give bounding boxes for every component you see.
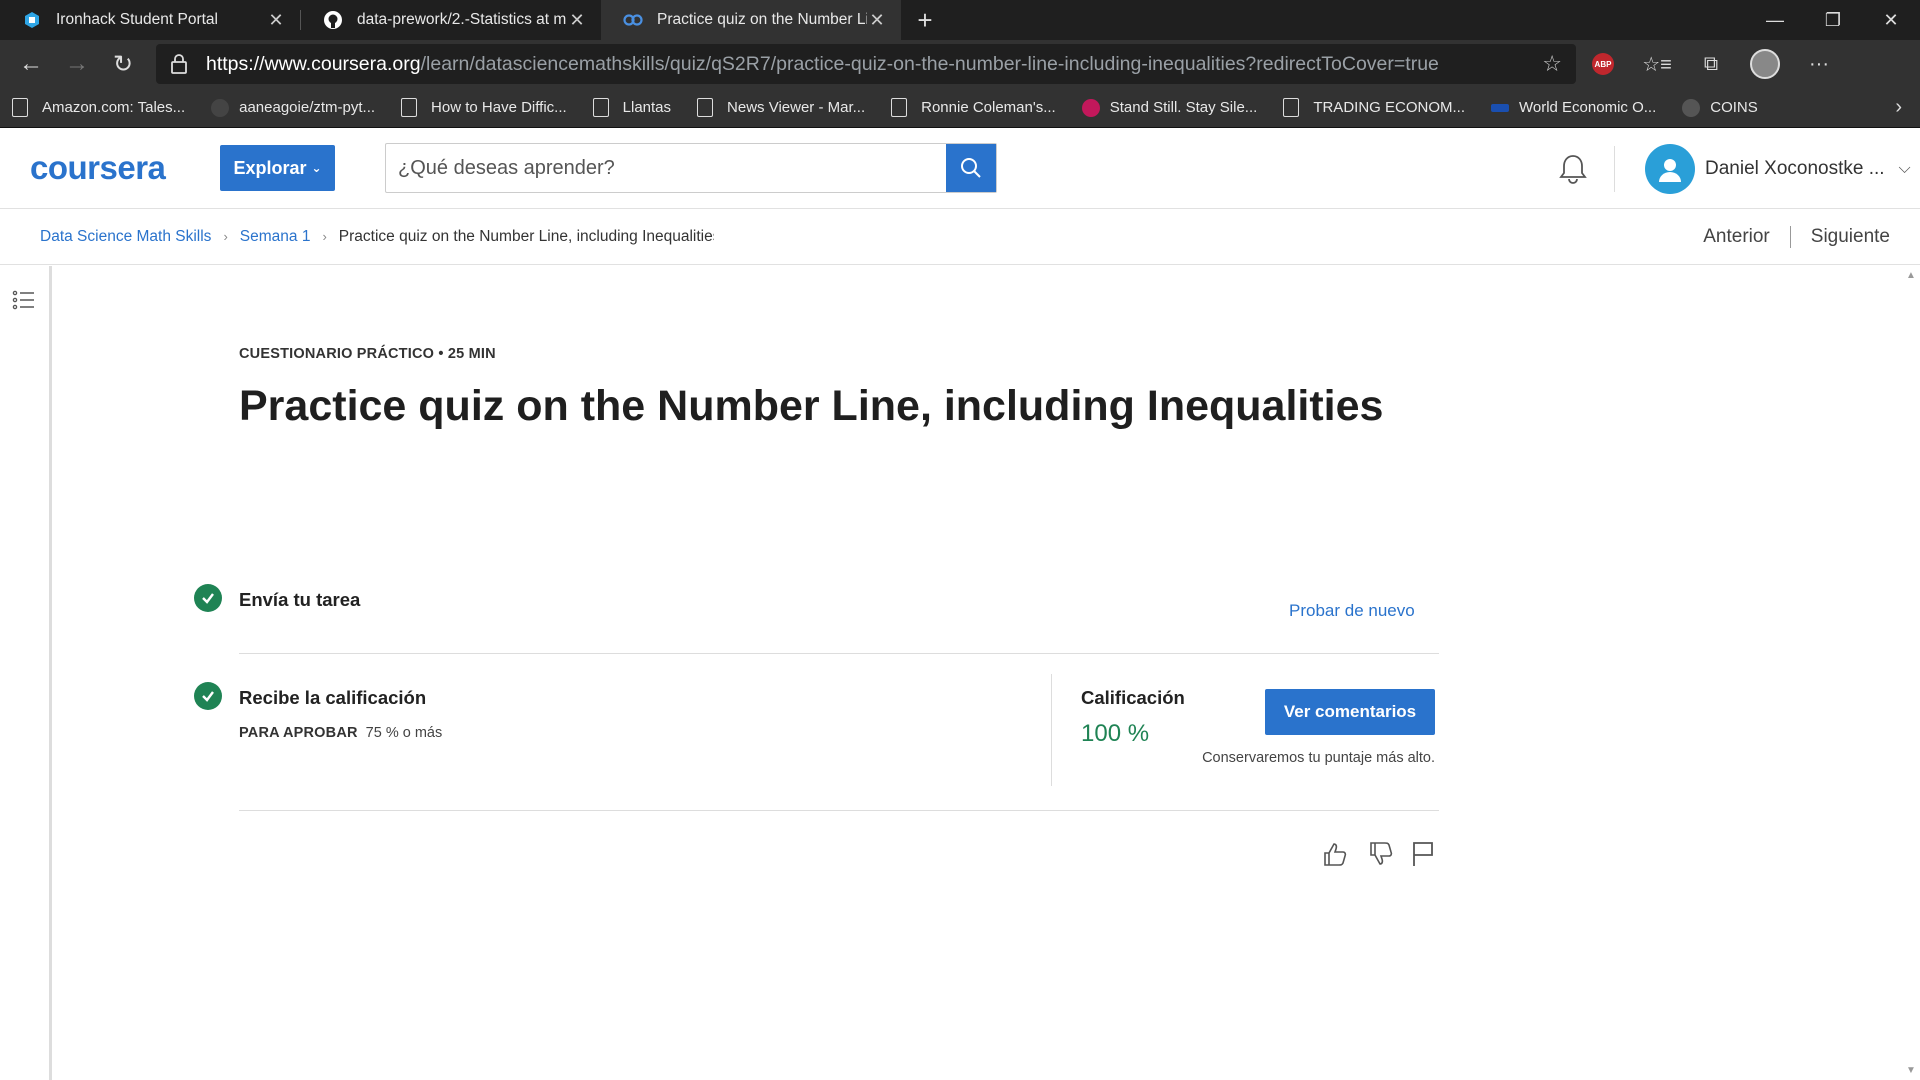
tab-label: data-prework/2.-Statistics at master <box>357 11 567 28</box>
chevron-right-icon[interactable]: › <box>1895 96 1902 119</box>
site-header: coursera Explorar ⌄ ¿Qué deseas aprender… <box>0 128 1920 209</box>
browser-chrome: Ironhack Student Portal ✕ data-prework/2… <box>0 0 1920 128</box>
forward-icon[interactable]: → <box>54 44 100 84</box>
breadcrumb: Data Science Math Skills › Semana 1 › Pr… <box>0 209 1920 265</box>
grade-label: Calificación <box>1081 687 1185 708</box>
avatar <box>1645 144 1695 194</box>
address-bar: ← → ↻ https://www.coursera.org/learn/dat… <box>0 40 1920 88</box>
page-icon <box>1283 98 1300 117</box>
breadcrumb-course[interactable]: Data Science Math Skills <box>40 228 211 246</box>
user-menu[interactable]: Daniel Xoconostke ... ⌵ <box>1645 144 1911 194</box>
page-icon <box>697 98 714 117</box>
site-icon <box>1490 103 1509 112</box>
tab-ironhack[interactable]: Ironhack Student Portal ✕ <box>0 0 300 40</box>
profile-icon[interactable] <box>1738 49 1792 79</box>
bookmark-item[interactable]: Stand Still. Stay Sile... <box>1081 98 1257 117</box>
keep-score-note: Conservaremos tu puntaje más alto. <box>1202 750 1435 766</box>
bookmark-item[interactable]: Amazon.com: Tales... <box>12 98 185 117</box>
github-icon <box>323 10 343 30</box>
user-name: Daniel Xoconostke ... <box>1705 158 1885 179</box>
url-input[interactable]: https://www.coursera.org/learn/datascien… <box>156 44 1576 84</box>
coursera-icon <box>623 10 643 30</box>
url-host: www.coursera.org <box>264 52 421 75</box>
search-button[interactable] <box>946 144 996 192</box>
search-bar: ¿Qué deseas aprender? <box>385 143 997 193</box>
bookmark-item[interactable]: World Economic O... <box>1490 99 1656 116</box>
tab-bar: Ironhack Student Portal ✕ data-prework/2… <box>0 0 1920 40</box>
bookmark-item[interactable]: Ronnie Coleman's... <box>891 98 1056 117</box>
url-scheme: https:// <box>206 52 265 75</box>
bookmark-item[interactable]: Llantas <box>592 98 671 117</box>
thumbs-down-icon[interactable] <box>1367 840 1395 868</box>
window-close-icon[interactable]: ✕ <box>1862 0 1920 40</box>
breadcrumb-current: Practice quiz on the Number Line, includ… <box>338 227 714 245</box>
search-icon <box>961 158 981 178</box>
bookmark-item[interactable]: aaneagoie/ztm-pyt... <box>211 98 375 117</box>
page-icon <box>401 98 418 117</box>
tab-label: Ironhack Student Portal <box>56 11 218 28</box>
page-icon <box>592 98 609 117</box>
check-icon <box>194 584 222 612</box>
thumbs-up-icon[interactable] <box>1321 840 1349 868</box>
prev-next-nav: Anterior Siguiente <box>1703 225 1890 248</box>
coin-icon <box>1682 98 1701 117</box>
left-rail <box>0 266 52 1080</box>
flag-icon[interactable] <box>1409 840 1437 868</box>
pass-requirement: PARA APROBAR 75 % o más <box>239 725 443 741</box>
bookmark-item[interactable]: COINS <box>1682 98 1758 117</box>
close-icon[interactable]: ✕ <box>567 10 587 31</box>
back-icon[interactable]: ← <box>8 44 54 84</box>
page-icon <box>891 98 908 117</box>
restore-icon[interactable]: ❐ <box>1804 0 1862 40</box>
bookmarks-bar: Amazon.com: Tales... aaneagoie/ztm-pyt..… <box>0 88 1920 128</box>
close-icon[interactable]: ✕ <box>266 10 286 31</box>
explore-button[interactable]: Explorar ⌄ <box>220 145 335 191</box>
submit-step-label: Envía tu tarea <box>239 589 361 610</box>
coursera-logo[interactable]: coursera <box>30 149 190 187</box>
chevron-down-icon: ⌄ <box>311 161 322 175</box>
lock-icon <box>171 54 187 74</box>
tab-github[interactable]: data-prework/2.-Statistics at master ✕ <box>301 0 601 40</box>
more-icon[interactable]: ··· <box>1792 53 1846 76</box>
minimize-icon[interactable]: — <box>1746 0 1804 40</box>
site-icon <box>211 98 230 117</box>
new-tab-button[interactable]: + <box>901 0 949 40</box>
list-icon[interactable] <box>12 288 36 312</box>
ironhack-icon <box>22 10 42 30</box>
main-content: CUESTIONARIO PRÁCTICO • 25 MIN Practice … <box>0 266 1920 1080</box>
scroll-down-icon[interactable]: ▼ <box>1906 1065 1916 1076</box>
search-input[interactable]: ¿Qué deseas aprender? <box>386 144 946 192</box>
reload-icon[interactable]: ↻ <box>100 44 146 84</box>
tab-label: Practice quiz on the Number Line <box>657 11 867 28</box>
check-icon <box>194 682 222 710</box>
bookmark-item[interactable]: News Viewer - Mar... <box>697 98 865 117</box>
scroll-up-icon[interactable]: ▲ <box>1906 270 1916 281</box>
bookmark-item[interactable]: TRADING ECONOM... <box>1283 98 1465 117</box>
chevron-right-icon: › <box>322 229 327 244</box>
url-path: /learn/datasciencemathskills/quiz/qS2R7/… <box>420 52 1439 75</box>
flower-icon <box>1081 98 1100 117</box>
collections-icon[interactable]: ⧉ <box>1684 53 1738 76</box>
view-feedback-button[interactable]: Ver comentarios <box>1265 689 1435 735</box>
adblock-icon[interactable]: ABP <box>1576 53 1630 75</box>
chevron-right-icon: › <box>223 229 228 244</box>
chevron-down-icon: ⌵ <box>1898 160 1911 177</box>
close-icon[interactable]: ✕ <box>867 10 887 31</box>
retry-link[interactable]: Probar de nuevo <box>1289 601 1489 621</box>
grade-value: 100 % <box>1081 720 1150 747</box>
bookmark-item[interactable]: How to Have Diffic... <box>401 98 567 117</box>
breadcrumb-week[interactable]: Semana 1 <box>240 228 311 246</box>
prev-button[interactable]: Anterior <box>1703 226 1770 248</box>
page-icon <box>12 98 28 117</box>
grade-step-label: Recibe la calificación <box>239 687 427 708</box>
window-controls: — ❐ ✕ <box>1746 0 1920 40</box>
tab-coursera[interactable]: Practice quiz on the Number Line ✕ <box>601 0 901 40</box>
favorites-icon[interactable]: ☆≡ <box>1630 52 1684 77</box>
page-title: Practice quiz on the Number Line, includ… <box>239 382 1384 430</box>
bell-icon[interactable] <box>1556 152 1590 186</box>
scrollbar[interactable]: ▲ ▼ <box>1902 266 1920 1080</box>
quiz-kind: CUESTIONARIO PRÁCTICO • 25 MIN <box>239 346 496 362</box>
next-button[interactable]: Siguiente <box>1811 226 1890 248</box>
star-icon[interactable]: ☆ <box>1526 51 1562 77</box>
